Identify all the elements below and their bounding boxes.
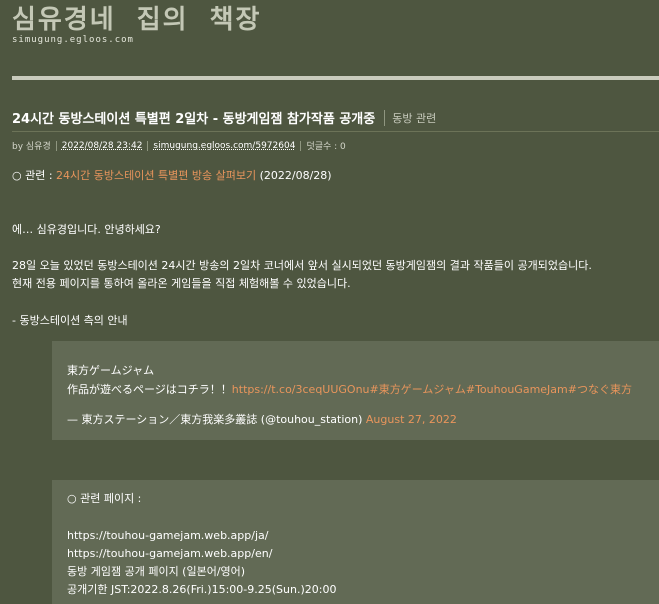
title-separator [384,109,386,126]
post-header: 24시간 동방스테이션 특별편 2일차 - 동방게임잼 참가작품 공개중 동방 … [12,108,659,127]
post-title[interactable]: 24시간 동방스테이션 특별편 2일차 - 동방게임잼 참가작품 공개중 [12,108,375,127]
blog-page: 심유경네 집의 책장 simugung.egloos.com 24시간 동방스테… [0,0,659,604]
meta-separator [300,140,302,151]
tweet-author: — 東方ステーション／東方我楽多叢誌 (@touhou_station) [67,413,366,426]
tweet-date-link[interactable]: August 27, 2022 [366,413,457,426]
tweet-attribution: — 東方ステーション／東方我楽多叢誌 (@touhou_station) Aug… [67,412,457,428]
embedded-tweet: 東方ゲームジャム 作品が遊べるページはコチラ！！https://t.co/3ce… [52,341,659,440]
tweet-text: 作品が遊べるページはコチラ！！ [67,383,232,396]
post-date: 2022/08/28 23:42 [61,140,143,151]
paragraph-line: 현재 전용 페이지를 통하여 올라온 게임들을 직접 체험해볼 수 있었습니다. [12,277,351,290]
meta-separator [55,140,57,151]
greeting-text: 에… 심유경입니다. 안녕하세요? [12,223,161,236]
gamejam-link-ja[interactable]: https://touhou-gamejam.web.app/ja/ [67,528,268,544]
gamejam-description: 동방 게임잼 공개 페이지 (일본어/영어) [67,565,246,578]
post-category-link[interactable]: 동방 관련 [392,110,436,126]
tweet-links[interactable]: https://t.co/3ceqUUGOnu#東方ゲームジャム#TouhouG… [232,383,632,396]
post-permalink[interactable]: simugung.egloos.com/5972604 [153,141,295,151]
post-author: by 심유경 [12,142,51,152]
related-date: (2022/08/28) [256,169,332,182]
post-meta: by 심유경 2022/08/28 23:42 simugung.egloos.… [12,139,346,152]
related-post-link[interactable]: 24시간 동방스테이션 특별편 방송 살펴보기 [56,169,256,182]
post-title-divider [12,131,659,132]
blog-title[interactable]: 심유경네 집의 책장 [12,2,261,38]
paragraph-line: 28일 오늘 있었던 동방스테이션 24시간 방송의 2일차 코너에서 앞서 실… [12,259,592,272]
meta-separator [147,140,149,151]
tweet-line: 作品が遊べるページはコチラ！！https://t.co/3ceqUUGOnu#東… [67,382,632,398]
related-pages-box: ○ 관련 페이지 : https://touhou-gamejam.web.ap… [52,480,659,604]
related-pages-heading: ○ 관련 페이지 : [67,492,142,505]
gamejam-link-en[interactable]: https://touhou-gamejam.web.app/en/ [67,546,272,562]
related-post-line: ○ 관련 : 24시간 동방스테이션 특별편 방송 살펴보기 (2022/08/… [12,168,332,184]
header-divider [12,76,659,80]
blog-header: 심유경네 집의 책장 simugung.egloos.com [12,2,261,45]
related-prefix: ○ 관련 : [12,169,57,182]
comment-count-link[interactable]: 덧글수 : 0 [306,139,345,152]
gamejam-period: 공개기한 JST:2022.8.26(Fri.)15:00-9.25(Sun.)… [67,583,337,596]
notice-text: - 동방스테이션 측의 안내 [12,314,128,327]
tweet-line: 東方ゲームジャム [67,364,155,377]
